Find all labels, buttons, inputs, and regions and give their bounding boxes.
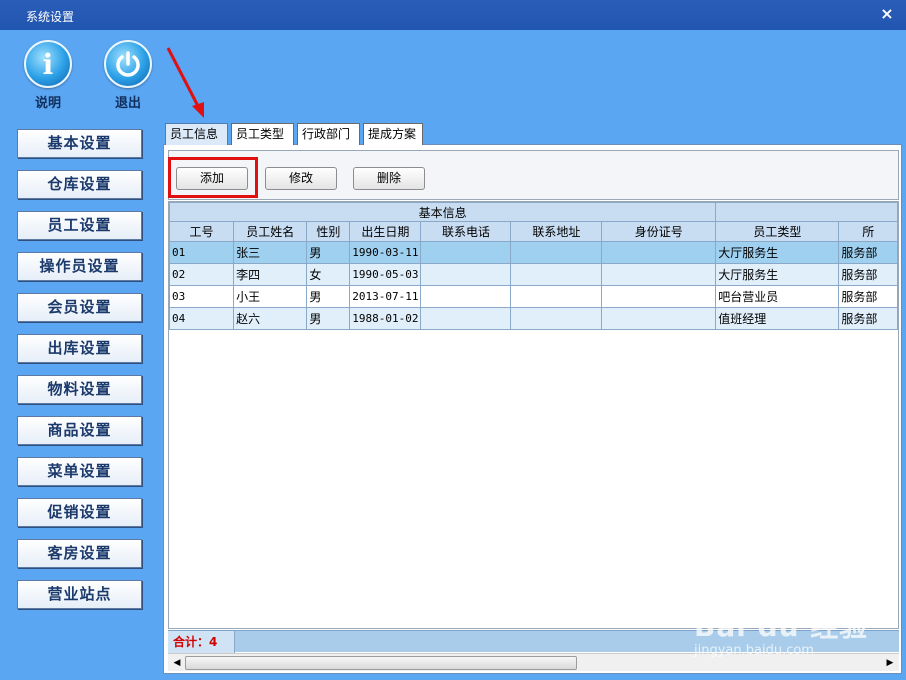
sidebar-item-menu[interactable]: 菜单设置 (17, 457, 142, 486)
table-cell (510, 285, 603, 308)
table-cell: 大厅服务生 (715, 263, 840, 286)
add-button[interactable]: 添加 (176, 167, 248, 190)
column-header[interactable]: 联系电话 (420, 221, 512, 242)
table-cell (510, 241, 603, 264)
total-count: 合计：4 (168, 631, 235, 653)
table-cell: 服务部 (838, 285, 898, 308)
column-header[interactable]: 性别 (306, 221, 351, 242)
scrollbar-thumb[interactable] (185, 656, 577, 670)
sidebar: 基本设置 仓库设置 员工设置 操作员设置 会员设置 出库设置 物料设置 商品设置… (17, 129, 143, 621)
table-cell: 1990-05-03 (349, 263, 422, 286)
table-cell: 04 (169, 307, 235, 330)
delete-button[interactable]: 删除 (353, 167, 425, 190)
exit-button[interactable]: 退出 (98, 40, 158, 111)
table-cell (601, 241, 717, 264)
sidebar-item-room[interactable]: 客房设置 (17, 539, 142, 568)
table-cell (601, 307, 717, 330)
table-cell: 男 (306, 285, 351, 308)
tab-employee-info[interactable]: 员工信息 (165, 123, 228, 145)
table-cell: 大厅服务生 (715, 241, 840, 264)
table-row[interactable]: 03 小王 男 2013-07-11 吧台营业员 服务部 (169, 285, 898, 308)
table-cell: 1988-01-02 (349, 307, 422, 330)
tab-employee-type[interactable]: 员工类型 (231, 123, 294, 145)
group-header: 基本信息 (169, 202, 717, 222)
table-cell: 男 (306, 307, 351, 330)
table-cell: 女 (306, 263, 351, 286)
total-value: 4 (209, 635, 218, 649)
sidebar-item-basic[interactable]: 基本设置 (17, 129, 142, 158)
column-header[interactable]: 联系地址 (510, 221, 603, 242)
table-cell: 赵六 (233, 307, 308, 330)
sidebar-item-warehouse[interactable]: 仓库设置 (17, 170, 142, 199)
watermark-logo: Bai du 经验 (694, 610, 869, 643)
table-row[interactable]: 01 张三 男 1990-03-11 大厅服务生 服务部 (169, 241, 898, 264)
window-title: 系统设置 (26, 10, 75, 24)
group-header-blank (715, 202, 898, 222)
table-cell: 03 (169, 285, 235, 308)
table-cell: 张三 (233, 241, 308, 264)
table-cell (510, 263, 603, 286)
exit-button-label: 退出 (114, 96, 141, 111)
table-cell: 1990-03-11 (349, 241, 422, 264)
table-cell: 男 (306, 241, 351, 264)
close-icon[interactable]: × (878, 5, 896, 23)
table-cell (420, 241, 512, 264)
column-header[interactable]: 员工姓名 (233, 221, 308, 242)
table-cell (420, 263, 512, 286)
sidebar-item-site[interactable]: 营业站点 (17, 580, 142, 609)
scroll-right-icon[interactable]: ▶ (882, 655, 898, 671)
sidebar-item-member[interactable]: 会员设置 (17, 293, 142, 322)
table-cell: 02 (169, 263, 235, 286)
table-cell: 服务部 (838, 241, 898, 264)
column-header[interactable]: 工号 (169, 221, 235, 242)
sidebar-item-product[interactable]: 商品设置 (17, 416, 142, 445)
table-cell: 服务部 (838, 307, 898, 330)
table-cell: 小王 (233, 285, 308, 308)
edit-button[interactable]: 修改 (265, 167, 337, 190)
scroll-left-icon[interactable]: ◀ (169, 655, 185, 671)
sidebar-item-operator[interactable]: 操作员设置 (17, 252, 142, 281)
table-cell (510, 307, 603, 330)
table-cell: 服务部 (838, 263, 898, 286)
table-cell (601, 263, 717, 286)
column-header[interactable]: 员工类型 (715, 221, 840, 242)
column-header[interactable]: 出生日期 (349, 221, 422, 242)
table-cell: 2013-07-11 (349, 285, 422, 308)
table-cell: 01 (169, 241, 235, 264)
table-row[interactable]: 02 李四 女 1990-05-03 大厅服务生 服务部 (169, 263, 898, 286)
tab-commission[interactable]: 提成方案 (363, 123, 423, 145)
table-cell (420, 285, 512, 308)
power-icon (104, 40, 152, 88)
baidu-watermark: Bai du 经验 jingyan.baidu.com (694, 605, 868, 658)
table-row[interactable]: 04 赵六 男 1988-01-02 值班经理 服务部 (169, 307, 898, 330)
column-header[interactable]: 身份证号 (601, 221, 717, 242)
watermark-url: jingyan.baidu.com (694, 643, 814, 658)
column-header[interactable]: 所 (838, 221, 898, 242)
help-button-label: 说明 (34, 96, 61, 111)
help-button[interactable]: i 说明 (18, 40, 78, 111)
annotation-arrow-icon (166, 47, 204, 118)
table-cell: 值班经理 (715, 307, 840, 330)
info-icon: i (24, 40, 72, 88)
table-cell (420, 307, 512, 330)
sidebar-item-promotion[interactable]: 促销设置 (17, 498, 142, 527)
table-cell: 吧台营业员 (715, 285, 840, 308)
tab-department[interactable]: 行政部门 (297, 123, 360, 145)
total-label: 合计： (173, 635, 210, 649)
sidebar-item-employee[interactable]: 员工设置 (17, 211, 142, 240)
table-cell (601, 285, 717, 308)
employee-table: 基本信息 工号 员工姓名 性别 出生日期 联系电话 联系地址 身份证号 员工类型… (168, 201, 899, 629)
table-cell: 李四 (233, 263, 308, 286)
sidebar-item-material[interactable]: 物料设置 (17, 375, 142, 404)
title-bar: 系统设置 × (0, 0, 906, 30)
sidebar-item-outbound[interactable]: 出库设置 (17, 334, 142, 363)
